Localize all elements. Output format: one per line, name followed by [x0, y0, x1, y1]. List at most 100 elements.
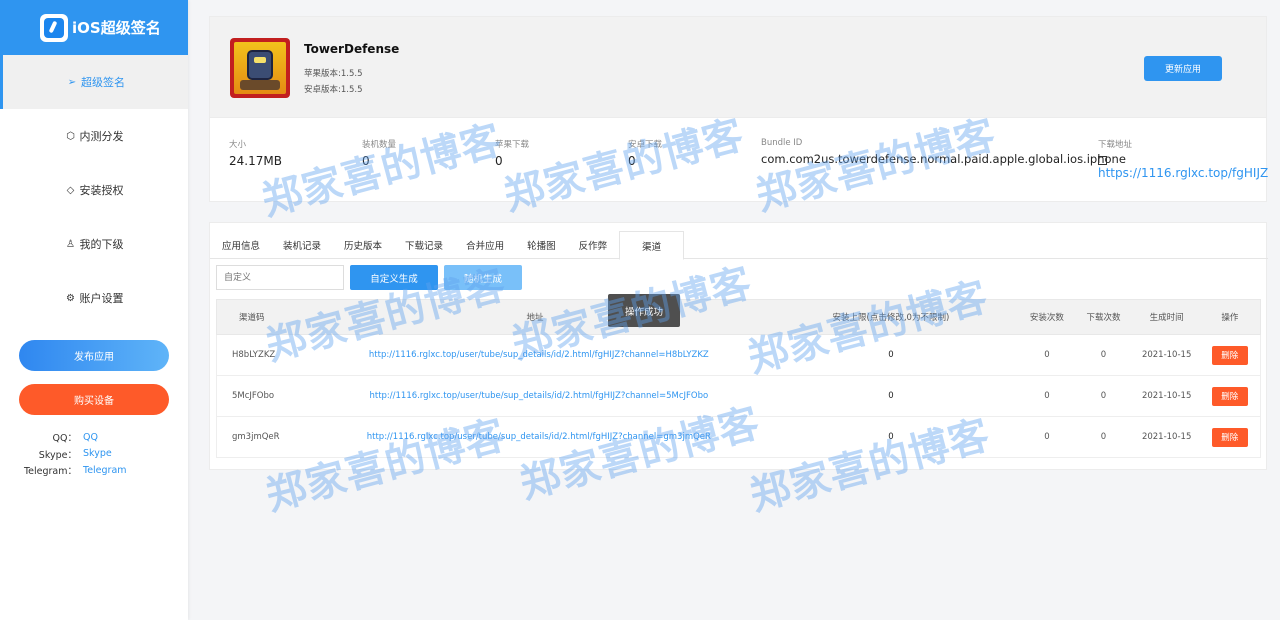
- contact-qq: QQ： QQ: [0, 429, 188, 446]
- contact-label: Skype：: [38, 449, 77, 461]
- stat-value: 0: [628, 154, 636, 168]
- col-cap: 安装上限(点击修改,0为不限制): [832, 313, 950, 323]
- col-action: 操作: [1221, 313, 1239, 323]
- install-cap-value[interactable]: 0: [761, 391, 1020, 401]
- sidebar-item-super-sign[interactable]: ➢ 超级签名: [0, 55, 188, 109]
- qr-code-icon[interactable]: [1098, 154, 1268, 165]
- stat-value: 0: [495, 154, 503, 168]
- install-cap-value[interactable]: 0: [761, 432, 1020, 442]
- col-address: 地址: [526, 313, 544, 323]
- android-version: 安卓版本:1.5.5: [304, 85, 363, 95]
- created-date: 2021-10-15: [1141, 432, 1192, 442]
- app-stats-card: 大小 24.17MB 装机数量 0 苹果下载 0 安卓下载 0 Bundle I…: [209, 118, 1268, 202]
- gear-icon: ⚙: [66, 292, 75, 304]
- delete-button[interactable]: 删除: [1211, 386, 1248, 406]
- col-installs: 安装次数: [1029, 313, 1064, 323]
- custom-channel-input[interactable]: [216, 265, 344, 290]
- install-count: 0: [1044, 391, 1050, 401]
- app-store-logo-icon: [40, 13, 68, 42]
- user-icon: ♙: [66, 238, 75, 250]
- tab-app-info[interactable]: 应用信息: [211, 231, 271, 259]
- sidebar-item-account-settings[interactable]: ⚙ 账户设置: [0, 271, 188, 325]
- channel-url-link[interactable]: http://1116.rglxc.top/user/tube/sup_deta…: [308, 432, 761, 442]
- stat-devices: 装机数量 0: [362, 138, 396, 168]
- app-icon: [230, 38, 290, 98]
- sidebar-item-label: 安装授权: [79, 184, 124, 197]
- contact-label: Telegram：: [23, 466, 77, 478]
- brand-header[interactable]: iOS超级签名: [0, 0, 188, 55]
- tab-channel[interactable]: 渠道: [619, 231, 685, 260]
- contact-telegram: Telegram： Telegram: [0, 462, 188, 479]
- ios-version: 苹果版本:1.5.5: [304, 69, 363, 79]
- tab-bar: 应用信息 装机记录 历史版本 下载记录 合并应用 轮播图 反作弊 渠道: [210, 231, 1268, 260]
- channel-code: gm3jmQeR: [232, 432, 280, 442]
- channel-code: H8bLYZKZ: [232, 350, 276, 360]
- send-icon: ➢: [67, 76, 77, 88]
- download-count: 0: [1100, 391, 1107, 401]
- created-date: 2021-10-15: [1141, 350, 1192, 360]
- stat-value: 24.17MB: [229, 154, 282, 168]
- channel-table: 渠道码 地址 安装上限(点击修改,0为不限制) 安装次数 下载次数 生成时间 操…: [216, 299, 1261, 458]
- update-app-button[interactable]: 更新应用: [1144, 56, 1222, 81]
- sidebar-item-install-authorization[interactable]: ◇ 安装授权: [0, 163, 188, 217]
- sidebar-item-label: 内测分发: [79, 130, 124, 143]
- stat-label: 安卓下载: [628, 140, 663, 150]
- random-generate-button[interactable]: 随机生成: [444, 265, 522, 290]
- app-name: TowerDefense: [304, 42, 400, 56]
- contact-skype: Skype： Skype: [0, 446, 188, 463]
- action-cell: 删除: [1200, 386, 1260, 406]
- contact-qq-link[interactable]: QQ: [83, 432, 98, 443]
- table-row: H8bLYZKZ http://1116.rglxc.top/user/tube/…: [216, 335, 1261, 376]
- sidebar-item-my-subordinates[interactable]: ♙ 我的下级: [0, 217, 188, 271]
- action-cell: 删除: [1200, 427, 1260, 447]
- table-row: 5McJFObo http://1116.rglxc.top/user/tube/…: [216, 376, 1261, 417]
- stat-download-url: 下载地址 https://1116.rglxc.top/fgHIJZ: [1098, 138, 1268, 180]
- channel-url-link[interactable]: http://1116.rglxc.top/user/tube/sup_deta…: [308, 350, 761, 360]
- stat-android-downloads: 安卓下载 0: [628, 138, 662, 168]
- sidebar-item-label: 账户设置: [79, 292, 124, 305]
- channel-url-link[interactable]: http://1116.rglxc.top/user/tube/sup_deta…: [308, 391, 761, 401]
- table-row: gm3jmQeR http://1116.rglxc.top/user/tube/…: [216, 417, 1261, 458]
- tab-anti-cheat[interactable]: 反作弊: [568, 231, 619, 259]
- success-toast: 操作成功: [608, 294, 680, 327]
- table-header: 渠道码 地址 安装上限(点击修改,0为不限制) 安装次数 下载次数 生成时间 操…: [216, 299, 1261, 335]
- created-date: 2021-10-15: [1141, 391, 1192, 401]
- tab-install-records[interactable]: 装机记录: [272, 231, 332, 259]
- tab-merge-app[interactable]: 合并应用: [455, 231, 515, 259]
- install-count: 0: [1044, 350, 1050, 360]
- stat-label: 大小: [229, 140, 247, 150]
- stat-bundle-id: Bundle ID com.com2us.towerdefense.normal…: [761, 138, 1126, 166]
- custom-generate-button[interactable]: 自定义生成: [350, 265, 438, 290]
- delete-button[interactable]: 删除: [1211, 427, 1248, 447]
- stat-size: 大小 24.17MB: [229, 138, 282, 168]
- contact-telegram-link[interactable]: Telegram: [83, 465, 127, 476]
- buy-device-button[interactable]: 购买设备: [19, 384, 169, 415]
- action-cell: 删除: [1200, 345, 1260, 365]
- sidebar: iOS超级签名 ➢ 超级签名 ⬡ 内测分发 ◇ 安装授权 ♙ 我的下级 ⚙ 账户设置 发布应用 购…: [0, 0, 188, 620]
- download-url-link[interactable]: https://1116.rglxc.top/fgHIJZ: [1098, 166, 1268, 180]
- delete-button[interactable]: 删除: [1211, 345, 1248, 365]
- tab-download-records[interactable]: 下载记录: [394, 231, 454, 259]
- stat-value: 0: [362, 154, 370, 168]
- stat-label: 装机数量: [362, 140, 397, 150]
- brand-title: iOS超级签名: [72, 19, 161, 37]
- stat-label: Bundle ID: [761, 138, 803, 148]
- col-code: 渠道码: [239, 313, 265, 323]
- install-count: 0: [1044, 432, 1050, 442]
- tab-carousel[interactable]: 轮播图: [516, 231, 567, 259]
- stat-apple-downloads: 苹果下载 0: [495, 138, 529, 168]
- install-cap-value[interactable]: 0: [761, 350, 1020, 360]
- download-count: 0: [1100, 432, 1107, 442]
- app-header-card: TowerDefense 苹果版本:1.5.5 安卓版本:1.5.5 更新应用: [209, 16, 1267, 118]
- tab-history-versions[interactable]: 历史版本: [333, 231, 393, 259]
- sidebar-item-label: 我的下级: [79, 238, 124, 251]
- publish-app-button[interactable]: 发布应用: [19, 340, 169, 371]
- tag-icon: ◇: [66, 184, 75, 196]
- cube-icon: ⬡: [66, 130, 75, 142]
- sidebar-item-beta-distribution[interactable]: ⬡ 内测分发: [0, 109, 188, 163]
- contact-label: QQ：: [52, 433, 77, 445]
- stat-label: 下载地址: [1098, 140, 1133, 150]
- detail-tabs-card: 应用信息装机记录历史版本下载记录合并应用轮播图反作弊渠道 自定义生成 随机生成 …: [209, 222, 1268, 470]
- contact-skype-link[interactable]: Skype: [83, 448, 112, 459]
- stat-label: 苹果下载: [495, 140, 530, 150]
